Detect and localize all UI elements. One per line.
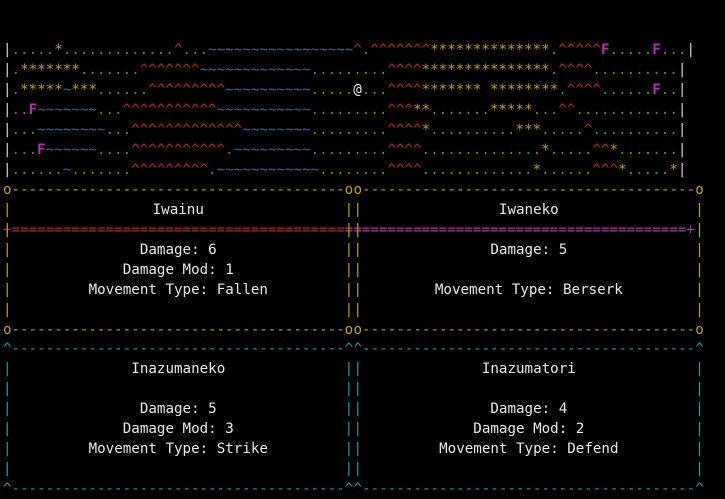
card-stat-line: Damage: 5 [490, 242, 568, 258]
map-row: |...~~~~~~~~...^^^^^^^^^^^^^~~~~~~~~....… [3, 122, 687, 138]
card-side-border: | | [3, 381, 354, 397]
card-stat-line: Movement Type: Strike [88, 441, 268, 457]
map-row: |.....*.............^...~~~~~~~~~~~~~~~~… [3, 42, 695, 58]
card-bottom-border: o---------------------------------------… [3, 322, 354, 338]
unit-card: ^---------------------------------------… [3, 339, 354, 499]
card-top-border: ^---------------------------------------… [3, 341, 354, 357]
card-bottom-border: ^---------------------------------------… [3, 481, 354, 497]
card-top-border: o---------------------------------------… [3, 182, 354, 198]
card-bottom-border: ^---------------------------------------… [353, 481, 704, 497]
card-stat-line: Damage Mod: 3 [122, 421, 234, 437]
world-map: |.....*.............^...~~~~~~~~~~~~~~~~… [3, 40, 695, 180]
card-side-border: | | [353, 461, 704, 477]
map-row: |......~.......^^^^^^^^^.~~~~~~~~~~~~...… [3, 162, 687, 178]
card-side-border: | | [3, 302, 354, 318]
card-side-border: | | [353, 262, 704, 278]
card-top-border: ^---------------------------------------… [353, 341, 704, 357]
map-row: |..F~~~~~~~...^^^^^^^^^^^~~~~~~~~~~~....… [3, 102, 687, 118]
card-stat-line: Damage: 6 [139, 242, 217, 258]
unit-card: o---------------------------------------… [354, 180, 705, 340]
unit-card: ^---------------------------------------… [354, 339, 705, 499]
map-row: |.*****~***......^^^^^^^^^~~~~~~~~~~....… [3, 82, 687, 98]
card-stat-line: Movement Type: Berserk [434, 282, 623, 298]
card-stat-line: Damage: 4 [490, 401, 568, 417]
card-top-border: o---------------------------------------… [353, 182, 704, 198]
card-unit-name: Inazumaneko [131, 361, 226, 377]
card-side-border: | | [3, 461, 354, 477]
card-stat-line: Movement Type: Fallen [88, 282, 268, 298]
card-unit-name: Iwaneko [498, 202, 559, 218]
card-stat-line: Damage Mod: 2 [473, 421, 585, 437]
card-unit-name: Iwainu [152, 202, 204, 218]
card-stat-line: Damage: 5 [139, 401, 217, 417]
card-stat-line: Damage Mod: 1 [122, 262, 234, 278]
card-side-border: | | [353, 302, 704, 318]
card-side-border: | | [353, 222, 704, 238]
card-stat-line: Movement Type: Defend [439, 441, 619, 457]
map-row: |.*******.......^^^^^^^~~~~~~~~~~~~~....… [3, 62, 687, 78]
card-side-border: | | [3, 222, 354, 238]
card-bottom-border: o---------------------------------------… [353, 322, 704, 338]
card-unit-name: Inazumatori [481, 361, 576, 377]
card-side-border: | | [353, 381, 704, 397]
unit-card: o---------------------------------------… [3, 180, 354, 340]
map-row: |...F~~~~~~....^^^^^^^^^^^.~~~~~~~~~....… [3, 142, 687, 158]
